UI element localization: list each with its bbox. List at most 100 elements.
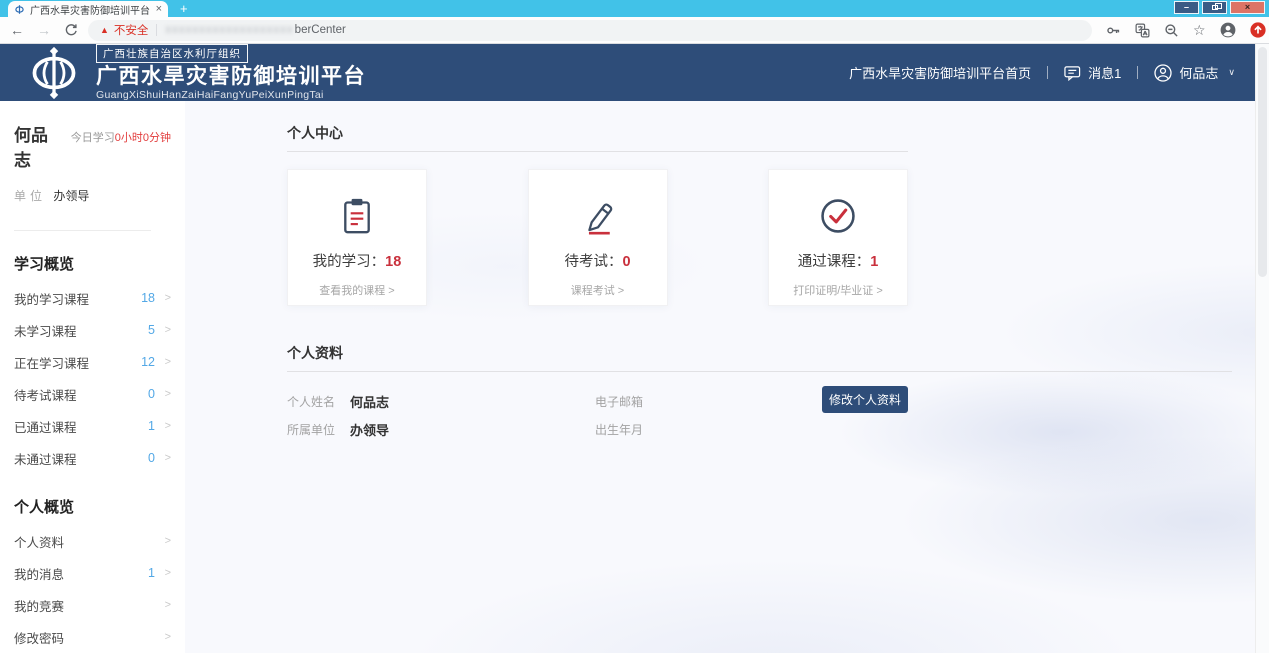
browser-tab[interactable]: 广西水旱灾害防御培训平台 × [8, 1, 168, 17]
field-label: 所属单位 [287, 421, 335, 438]
url-redacted: xxxxxxxxxxxxxxxxxxx [165, 24, 293, 36]
security-warning-icon: ▲ [100, 25, 109, 35]
sidebar-item-label: 个人资料 [14, 532, 64, 551]
chevron-right-icon: > [155, 356, 171, 368]
nav-user-name: 何品志 [1179, 63, 1218, 82]
field-label: 出生年月 [595, 421, 643, 438]
scrollbar-thumb[interactable] [1258, 47, 1267, 277]
profile-section: 个人资料 个人姓名 何品志 电子邮箱 [287, 343, 1255, 443]
card-passed-courses[interactable]: 通过课程：1 打印证明/毕业证 > [768, 169, 908, 306]
nav-home-link[interactable]: 广西水旱灾害防御培训平台首页 [849, 63, 1031, 82]
profile-fields: 个人姓名 何品志 电子邮箱 所属单位 办领导 [287, 387, 1232, 443]
nav-messages-link[interactable]: 消息1 [1064, 63, 1121, 82]
security-warning-label[interactable]: 不安全 [114, 22, 149, 38]
sidebar-item-passed[interactable]: 已通过课程 1 > [14, 410, 171, 442]
sidebar-item-competitions[interactable]: 我的竞赛 > [14, 589, 171, 621]
card-label: 通过课程： [798, 254, 871, 270]
study-overview-list: 我的学习课程 18 > 未学习课程 5 > 正在学习课程 12 > [14, 282, 171, 474]
new-tab-button[interactable]: + [180, 2, 188, 15]
toolbar-right-icons: ☆ [1106, 22, 1266, 38]
field-value: 何品志 [350, 392, 389, 411]
omnibox-divider [156, 24, 157, 36]
chevron-right-icon: > [155, 631, 171, 643]
field-label: 电子邮箱 [595, 393, 643, 410]
sidebar-item-count: 0 [148, 451, 155, 465]
sidebar-item-in-progress[interactable]: 正在学习课程 12 > [14, 346, 171, 378]
today-study-value: 0小时0分钟 [115, 132, 171, 144]
card-label-row: 我的学习：18 [313, 250, 402, 271]
chevron-right-icon: > [155, 420, 171, 432]
sidebar-item-profile[interactable]: 个人资料 > [14, 525, 171, 557]
field-value: 办领导 [350, 420, 389, 439]
site-header: 广西壮族自治区水利厅组织 广西水旱灾害防御培训平台 GuangXiShuiHan… [0, 44, 1255, 101]
field-label: 个人姓名 [287, 393, 335, 410]
sidebar-item-messages[interactable]: 我的消息 1 > [14, 557, 171, 589]
message-icon [1064, 65, 1081, 81]
browser-titlebar: 广西水旱灾害防御培训平台 × + – × [0, 0, 1269, 17]
restore-icon [1212, 5, 1218, 10]
translate-icon[interactable] [1135, 23, 1150, 38]
clipboard-icon [339, 196, 375, 236]
unit-label: 单位 [14, 189, 46, 203]
header-nav: 广西水旱灾害防御培训平台首页 消息1 何品志 ∨ [849, 63, 1235, 82]
unit-value: 办领导 [53, 189, 89, 203]
browser-update-icon[interactable] [1250, 22, 1266, 38]
url-text: berCenter [295, 24, 346, 36]
profile-avatar-icon[interactable] [1220, 22, 1236, 38]
card-label-row: 待考试：0 [564, 250, 630, 271]
sidebar-item-label: 我的学习课程 [14, 289, 89, 308]
sidebar-item-not-passed[interactable]: 未通过课程 0 > [14, 442, 171, 474]
card-link-certificates[interactable]: 打印证明/毕业证 > [793, 282, 883, 298]
field-unit: 所属单位 办领导 [287, 420, 595, 439]
card-my-study[interactable]: 我的学习：18 查看我的课程 > [287, 169, 427, 306]
site-title-pinyin: GuangXiShuiHanZaiHaiFangYuPeiXunPingTai [96, 89, 366, 101]
sidebar-item-label: 我的消息 [14, 564, 64, 583]
org-badge: 广西壮族自治区水利厅组织 [96, 44, 248, 63]
profile-title: 个人资料 [287, 343, 1255, 363]
sidebar-item-label: 未学习课程 [14, 321, 77, 340]
sidebar-item-pending-exam[interactable]: 待考试课程 0 > [14, 378, 171, 410]
section-divider [287, 371, 1232, 372]
back-icon[interactable]: ← [10, 23, 24, 37]
pencil-icon [579, 196, 617, 236]
card-pending-exam[interactable]: 待考试：0 课程考试 > [528, 169, 668, 306]
page: 广西壮族自治区水利厅组织 广西水旱灾害防御培训平台 GuangXiShuiHan… [0, 44, 1269, 653]
field-name: 个人姓名 何品志 [287, 392, 595, 411]
sidebar-item-count: 18 [141, 291, 155, 305]
sidebar-item-not-started[interactable]: 未学习课程 5 > [14, 314, 171, 346]
today-study: 今日学习0小时0分钟 [71, 129, 171, 145]
address-bar[interactable]: ▲ 不安全 xxxxxxxxxxxxxxxxxxx berCenter [88, 20, 1092, 41]
zoom-icon[interactable] [1164, 23, 1179, 38]
site-favicon-icon [14, 4, 25, 15]
sidebar-item-count: 0 [148, 387, 155, 401]
bookmark-star-icon[interactable]: ☆ [1193, 23, 1206, 37]
reload-icon[interactable] [64, 23, 78, 37]
profile-row: 所属单位 办领导 出生年月 [287, 415, 1232, 443]
sidebar-item-my-courses[interactable]: 我的学习课程 18 > [14, 282, 171, 314]
window-restore-button[interactable] [1202, 1, 1227, 14]
password-key-icon[interactable] [1106, 23, 1121, 38]
tab-title: 广西水旱灾害防御培训平台 [30, 2, 152, 17]
nav-user-menu[interactable]: 何品志 ∨ [1154, 63, 1235, 82]
edit-profile-button[interactable]: 修改个人资料 [822, 386, 908, 413]
today-study-label: 今日学习 [71, 132, 115, 144]
forward-icon: → [37, 23, 51, 37]
study-overview-title: 学习概览 [14, 253, 171, 274]
user-icon [1154, 64, 1172, 82]
chevron-right-icon: > [155, 567, 171, 579]
card-link-my-courses[interactable]: 查看我的课程 > [319, 282, 394, 298]
sidebar-item-change-password[interactable]: 修改密码 > [14, 621, 171, 653]
tab-close-icon[interactable]: × [156, 4, 162, 15]
window-close-button[interactable]: × [1230, 1, 1265, 14]
sidebar-item-label: 我的竞赛 [14, 596, 64, 615]
sidebar-divider [14, 230, 151, 231]
site-title: 广西水旱灾害防御培训平台 [96, 65, 366, 89]
sidebar-user-row: 何品志 今日学习0小时0分钟 [14, 121, 171, 171]
page-scrollbar[interactable] [1255, 44, 1269, 653]
sidebar: 何品志 今日学习0小时0分钟 单位 办领导 学习概览 我的学习课程 18 > [0, 101, 185, 653]
card-value: 0 [622, 254, 630, 270]
personal-center-title: 个人中心 [287, 123, 1255, 143]
personal-overview-list: 个人资料 > 我的消息 1 > 我的竞赛 > 修 [14, 525, 171, 653]
window-minimize-button[interactable]: – [1174, 1, 1199, 14]
card-link-exam[interactable]: 课程考试 > [571, 282, 624, 298]
